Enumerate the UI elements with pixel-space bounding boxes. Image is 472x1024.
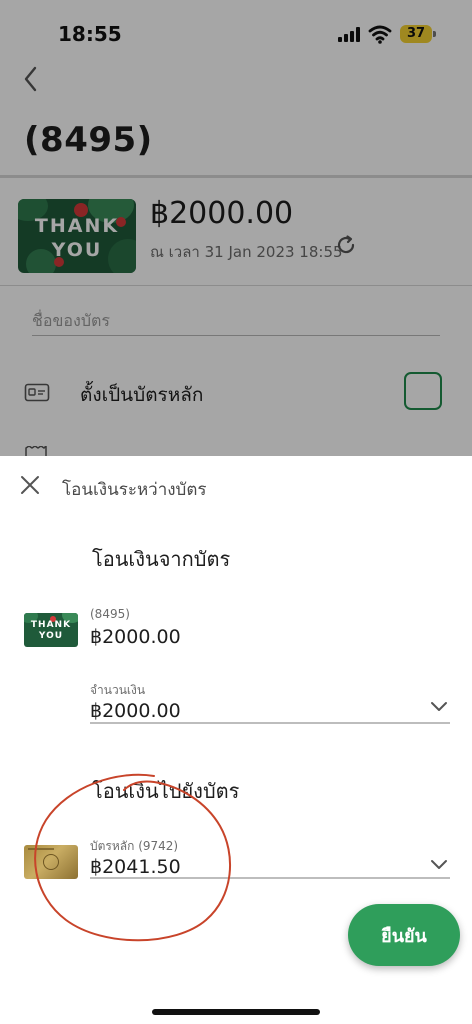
from-card-art-text-1: THANK xyxy=(30,620,72,630)
to-card-heading: โอนเงินไปยังบัตร xyxy=(92,779,240,803)
to-card-select-value[interactable]: ฿2041.50 xyxy=(90,856,181,878)
close-icon[interactable] xyxy=(18,473,42,497)
from-card-name: (8495) xyxy=(90,607,130,621)
from-card-heading: โอนเงินจากบัตร xyxy=(92,547,231,571)
to-card-select-underline xyxy=(90,877,450,879)
sheet-title: โอนเงินระหว่างบัตร xyxy=(62,480,207,500)
from-card-art-text-2: YOU xyxy=(38,631,64,641)
modal-backdrop[interactable] xyxy=(0,0,472,460)
confirm-button[interactable]: ยืนยัน xyxy=(348,904,460,966)
to-card-name: บัตรหลัก (9742) xyxy=(90,839,179,853)
amount-label: จำนวนเงิน xyxy=(90,683,146,697)
home-indicator xyxy=(152,1009,320,1015)
amount-select-value[interactable]: ฿2000.00 xyxy=(90,700,181,722)
transfer-sheet: โอนเงินระหว่างบัตร โอนเงินจากบัตร THANK … xyxy=(0,456,472,1024)
to-card-image xyxy=(24,845,78,879)
from-card-balance: ฿2000.00 xyxy=(90,626,181,648)
amount-select-underline xyxy=(90,722,450,724)
chevron-down-icon[interactable] xyxy=(430,701,448,713)
card-detail-page: 18:55 37 (8495) THANK YOU ฿2000.00 ณ เวล… xyxy=(0,0,472,460)
chevron-down-icon[interactable] xyxy=(430,859,448,871)
siren-logo xyxy=(43,854,59,870)
from-card-image: THANK YOU xyxy=(24,613,78,647)
